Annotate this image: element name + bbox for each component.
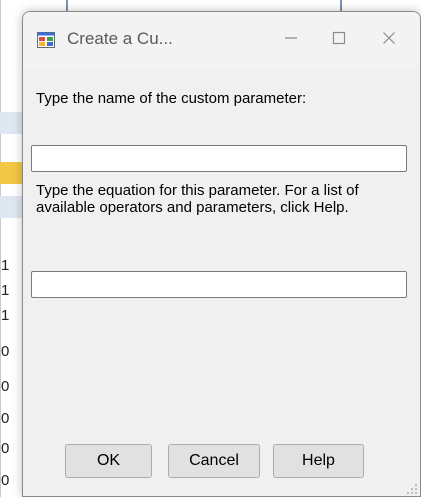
parameter-equation-input[interactable]	[31, 271, 407, 298]
close-button[interactable]	[366, 12, 412, 68]
background-cell: 0	[1, 378, 10, 395]
background-cell: 0	[1, 440, 10, 457]
background-cell: 0	[1, 343, 10, 360]
background-cell: 1	[1, 307, 10, 324]
close-icon	[382, 31, 396, 50]
parameter-name-input[interactable]	[31, 145, 407, 172]
ok-button[interactable]: OK	[65, 444, 152, 478]
parameter-equation-label: Type the equation for this parameter. Fo…	[36, 182, 359, 216]
background-selected-row	[0, 112, 24, 134]
minimize-button[interactable]	[268, 12, 314, 68]
title-bar[interactable]: Create a Cu...	[23, 12, 420, 68]
background-cell: 0	[1, 472, 10, 489]
background-selected-row	[0, 196, 24, 218]
background-highlighted-row	[0, 162, 24, 184]
resize-grip-icon[interactable]	[406, 482, 418, 494]
background-cell: 1	[1, 257, 10, 274]
background-cell: 1	[1, 282, 10, 299]
maximize-button[interactable]	[316, 12, 362, 68]
help-button[interactable]: Help	[273, 444, 364, 478]
parameter-name-label: Type the name of the custom parameter:	[36, 90, 307, 107]
window-title: Create a Cu...	[67, 29, 173, 48]
app-icon	[37, 32, 55, 48]
maximize-icon	[332, 31, 346, 50]
background-cell: 0	[1, 410, 10, 427]
cancel-button[interactable]: Cancel	[168, 444, 260, 478]
minimize-icon	[284, 31, 298, 50]
create-custom-parameter-dialog: Create a Cu... Type the name of the cust…	[22, 11, 421, 497]
